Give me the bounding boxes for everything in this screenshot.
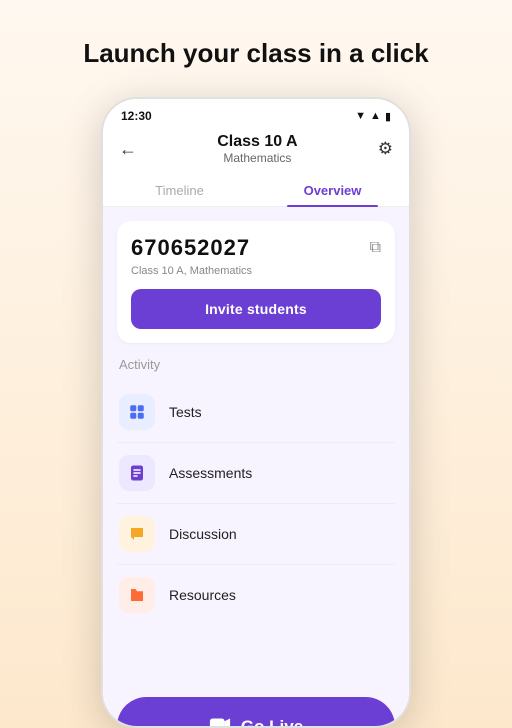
subject-name: Mathematics (137, 151, 378, 165)
activity-list: Tests Assessments (117, 382, 395, 625)
app-header: ← Class 10 A Mathematics ⚙ (103, 127, 409, 173)
status-bar: 12:30 ▼ ▲ ▮ (103, 99, 409, 127)
invite-code: 670652027 (131, 235, 250, 261)
resources-icon (119, 577, 155, 613)
phone-mockup: 12:30 ▼ ▲ ▮ ← Class 10 A Mathematics ⚙ T… (101, 97, 411, 728)
bottom-bar: Go Live (103, 687, 409, 728)
go-live-button[interactable]: Go Live (117, 697, 395, 728)
battery-icon: ▮ (385, 110, 391, 123)
activity-label: Activity (117, 357, 395, 372)
class-name: Class 10 A (137, 133, 378, 151)
wifi-icon: ▲ (370, 110, 381, 122)
header-title-block: Class 10 A Mathematics (137, 133, 378, 165)
activity-item-tests[interactable]: Tests (117, 382, 395, 443)
activity-item-resources[interactable]: Resources (117, 565, 395, 625)
status-icons: ▼ ▲ ▮ (355, 110, 391, 123)
settings-button[interactable]: ⚙ (378, 139, 393, 159)
copy-button[interactable]: ⧉ (370, 239, 381, 257)
tests-icon (119, 394, 155, 430)
invite-students-button[interactable]: Invite students (131, 289, 381, 329)
invite-code-row: 670652027 ⧉ (131, 235, 381, 261)
tab-timeline[interactable]: Timeline (103, 173, 256, 206)
back-button[interactable]: ← (119, 139, 137, 160)
tests-label: Tests (169, 404, 202, 420)
signal-icon: ▼ (355, 110, 366, 122)
status-time: 12:30 (121, 109, 152, 123)
discussion-label: Discussion (169, 526, 237, 542)
resources-label: Resources (169, 587, 236, 603)
invite-card: 670652027 ⧉ Class 10 A, Mathematics Invi… (117, 221, 395, 343)
content-area: 670652027 ⧉ Class 10 A, Mathematics Invi… (103, 207, 409, 687)
assessments-label: Assessments (169, 465, 252, 481)
activity-item-assessments[interactable]: Assessments (117, 443, 395, 504)
go-live-label: Go Live (241, 717, 303, 728)
activity-item-discussion[interactable]: Discussion (117, 504, 395, 565)
discussion-icon (119, 516, 155, 552)
camera-icon (209, 713, 231, 728)
assessments-icon (119, 455, 155, 491)
invite-subtitle: Class 10 A, Mathematics (131, 265, 381, 277)
tabs: Timeline Overview (103, 173, 409, 207)
page-title: Launch your class in a click (43, 38, 468, 69)
tab-overview[interactable]: Overview (256, 173, 409, 206)
